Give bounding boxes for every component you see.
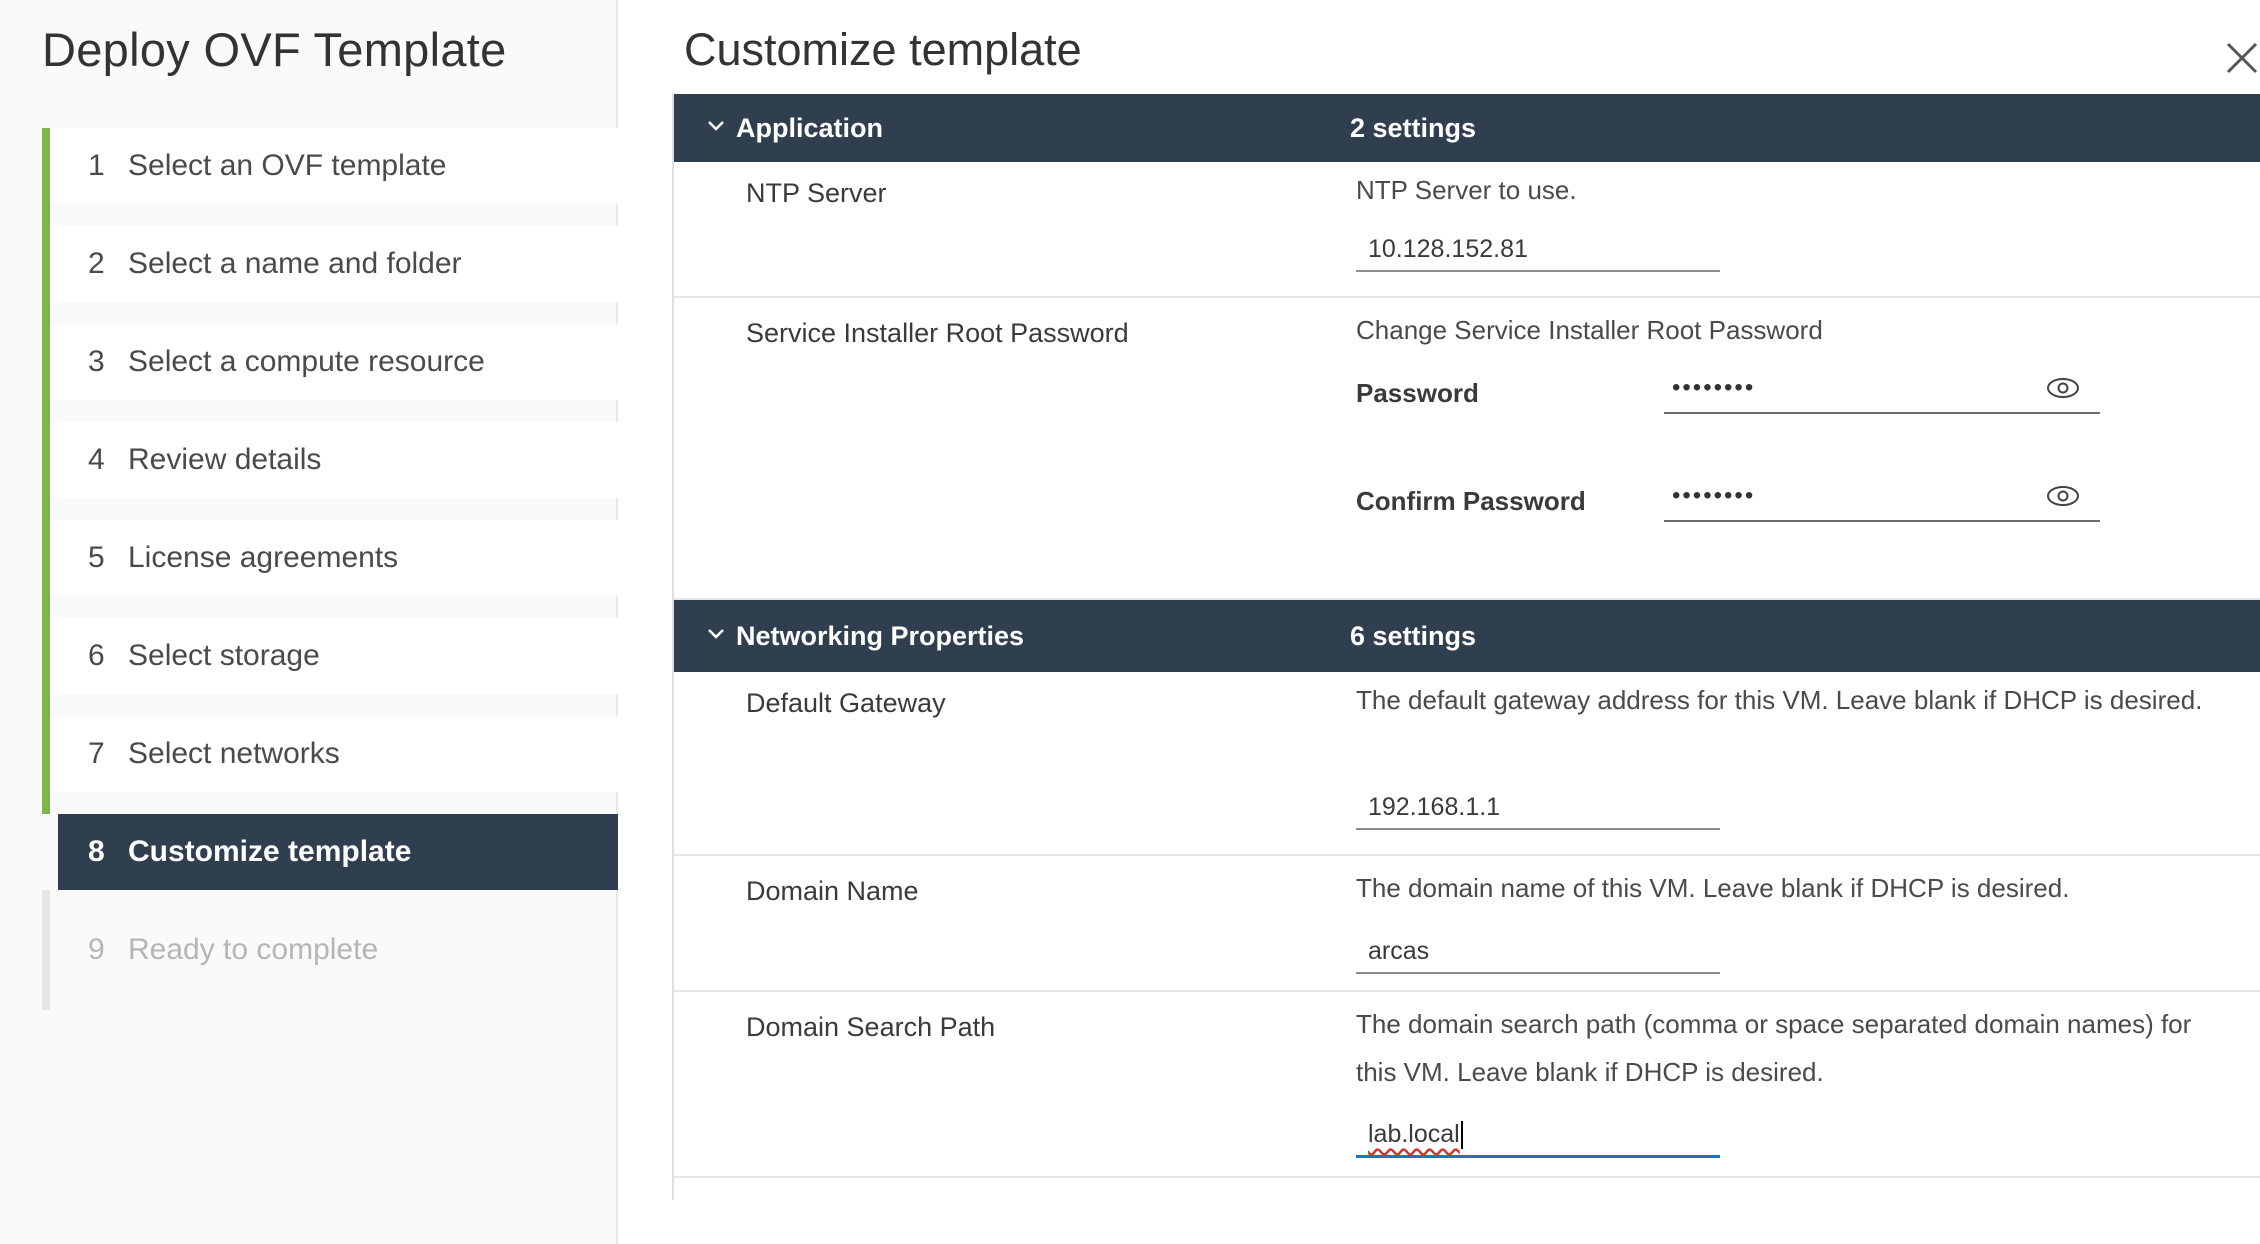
step-label: Select a name and folder [128, 247, 462, 280]
step-select-name-folder[interactable]: 2 Select a name and folder [42, 204, 618, 324]
group-name: Networking Properties [736, 620, 1025, 651]
chevron-down-icon [708, 121, 724, 131]
step-number: 9 [88, 933, 105, 966]
input-value: lab.local [1368, 1120, 1460, 1148]
step-review-details[interactable]: 4 Review details [42, 400, 618, 520]
password-input[interactable] [1672, 370, 2032, 406]
step-customize-template[interactable]: 8 Customize template [42, 792, 618, 890]
setting-ntp-server: NTP Server NTP Server to use. [674, 162, 2260, 298]
setting-label: NTP Server [746, 178, 887, 208]
step-label: Review details [128, 443, 322, 476]
group-settings-count: 6 settings [1350, 620, 1477, 651]
close-icon [2226, 42, 2258, 74]
eye-icon[interactable] [2046, 376, 2080, 400]
domain-search-path-input[interactable]: lab.local [1356, 1114, 1720, 1158]
default-gateway-input[interactable] [1356, 786, 1720, 830]
wizard-title: Deploy OVF Template [42, 23, 507, 76]
close-button[interactable] [2224, 40, 2260, 76]
ntp-server-input[interactable] [1356, 228, 1720, 272]
setting-domain-search-path: Domain Search Path The domain search pat… [674, 992, 2260, 1178]
step-select-networks[interactable]: 7 Select networks [42, 694, 618, 814]
settings-panel: Application 2 settings NTP Server NTP Se… [672, 94, 2260, 1200]
step-number: 6 [88, 639, 105, 672]
setting-label: Domain Name [746, 876, 919, 906]
group-settings-count: 2 settings [1350, 112, 1477, 143]
password-field[interactable] [1664, 362, 2100, 414]
step-number: 5 [88, 541, 105, 574]
confirm-password-field[interactable] [1664, 470, 2100, 522]
group-header-application[interactable]: Application 2 settings [674, 94, 2260, 162]
step-number: 8 [88, 835, 105, 868]
setting-partial-next [674, 1178, 2260, 1200]
eye-icon[interactable] [2046, 484, 2080, 508]
wizard-nav: Deploy OVF Template 1 Select an OVF temp… [0, 0, 618, 1244]
setting-description: Change Service Installer Root Password [1356, 315, 1823, 345]
setting-service-installer-root-password: Service Installer Root Password Change S… [674, 298, 2260, 600]
step-number: 1 [88, 149, 105, 182]
confirm-password-label: Confirm Password [1356, 486, 1586, 516]
step-number: 7 [88, 737, 105, 770]
chevron-down-icon [708, 629, 724, 639]
step-select-storage[interactable]: 6 Select storage [42, 596, 618, 716]
step-select-compute-resource[interactable]: 3 Select a compute resource [42, 302, 618, 422]
setting-description: The default gateway address for this VM.… [1356, 685, 2203, 715]
step-label: Select a compute resource [128, 345, 485, 378]
step-number: 2 [88, 247, 105, 280]
group-header-networking-properties[interactable]: Networking Properties 6 settings [674, 600, 2260, 672]
setting-default-gateway: Default Gateway The default gateway addr… [674, 672, 2260, 856]
domain-name-input[interactable] [1356, 930, 1720, 974]
setting-label: Domain Search Path [746, 1012, 996, 1042]
step-number: 3 [88, 345, 105, 378]
confirm-password-input[interactable] [1672, 478, 2032, 514]
setting-description: The domain search path (comma or space s… [1356, 1009, 2192, 1087]
step-select-ovf-template[interactable]: 1 Select an OVF template [42, 128, 618, 226]
group-name: Application [736, 112, 883, 143]
step-label: License agreements [128, 541, 399, 574]
setting-description: NTP Server to use. [1356, 175, 1577, 205]
page-title: Customize template [684, 24, 1082, 75]
step-label: Select networks [128, 737, 340, 770]
step-label: Select an OVF template [128, 149, 447, 182]
step-license-agreements[interactable]: 5 License agreements [42, 498, 618, 618]
step-label: Select storage [128, 639, 320, 672]
step-number: 4 [88, 443, 105, 476]
setting-description: The domain name of this VM. Leave blank … [1356, 873, 2070, 903]
wizard-steps: 1 Select an OVF template 2 Select a name… [42, 128, 618, 1010]
setting-label: Service Installer Root Password [746, 318, 1129, 348]
password-label: Password [1356, 378, 1479, 408]
step-label: Customize template [128, 835, 412, 868]
step-label: Ready to complete [128, 933, 379, 966]
text-cursor [1460, 1121, 1463, 1150]
step-ready-to-complete: 9 Ready to complete [42, 890, 618, 1010]
setting-domain-name: Domain Name The domain name of this VM. … [674, 856, 2260, 992]
setting-label: Default Gateway [746, 688, 946, 718]
